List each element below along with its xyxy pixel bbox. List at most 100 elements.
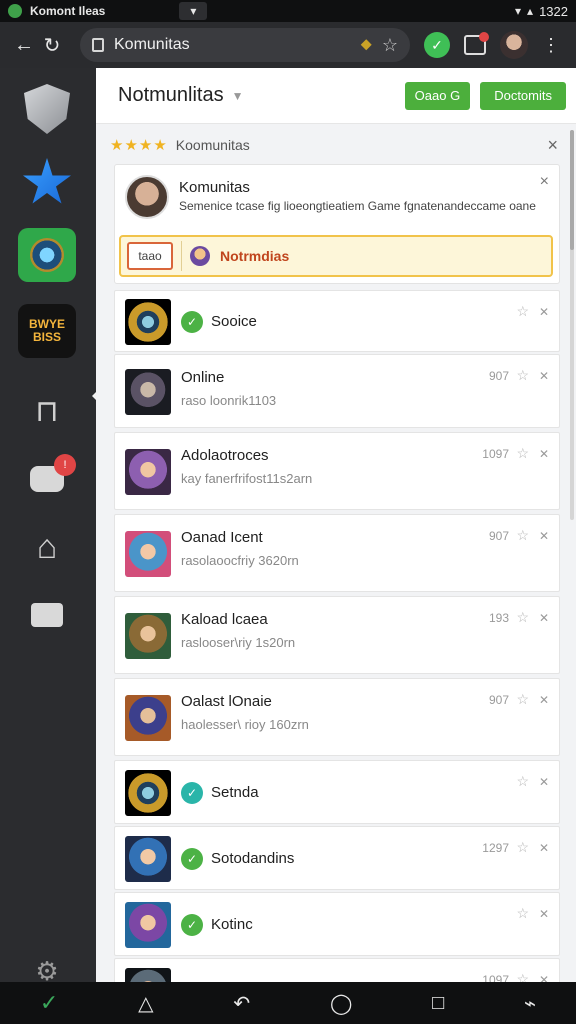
dismiss-icon[interactable]: ✕ (539, 369, 549, 383)
home-icon[interactable]: ⌂ (18, 520, 76, 574)
dismiss-icon[interactable]: ✕ (539, 611, 549, 625)
favorite-star-icon[interactable]: ☆ (516, 691, 529, 708)
row-title: Online (181, 369, 225, 386)
favorite-star-icon[interactable]: ☆ (516, 773, 529, 790)
favorite-star-icon[interactable]: ☆ (516, 609, 529, 626)
extension-icon[interactable]: ⬥ (361, 36, 372, 54)
wifi-icon: ▾ (515, 4, 522, 18)
app-root: Komont Ileas ▾ ▾ ▴ 1322 ← ↻ Komunitas ⬥ … (0, 0, 576, 1024)
address-bar[interactable]: Komunitas ⬥ ☆ (80, 28, 410, 62)
row-title: Oalast lOnaie (181, 693, 272, 710)
game-thumbnail (125, 449, 171, 495)
game-thumbnail (125, 902, 171, 948)
list-item[interactable]: Online raso loonrik1103 907 ☆ ✕ (114, 354, 560, 428)
community-avatar (125, 175, 169, 219)
dock-chat-app[interactable]: ! (18, 452, 76, 506)
row-subtitle: haolesser\ rioy 160zrn (181, 717, 309, 732)
tab-switch-icon[interactable]: ▾ (179, 2, 208, 20)
list-item[interactable]: Oanad Icent rasolaoocfriy 3620rn 907 ☆ ✕ (114, 514, 560, 592)
rating-notice: ★★★★ Koomunitas × (110, 130, 562, 160)
dismiss-icon[interactable]: ✕ (539, 973, 549, 982)
row-count: 907 (488, 693, 509, 707)
favorite-star-icon[interactable]: ☆ (516, 445, 529, 462)
game-thumbnail (125, 369, 171, 415)
scrollbar-thumb[interactable] (570, 130, 574, 250)
verified-icon: ✓ (181, 848, 203, 870)
row-count: 193 (488, 611, 509, 625)
shield-extension-icon[interactable]: ✓ (424, 32, 450, 58)
list-item[interactable]: ✓ Sooice ☆ ✕ (114, 290, 560, 352)
nav-recents-icon[interactable]: □ (432, 992, 444, 1015)
verified-icon: ✓ (181, 782, 203, 804)
dismiss-icon[interactable]: ✕ (539, 775, 549, 789)
list-item[interactable]: Oalast lOnaie haolesser\ rioy 160zrn 907 ☆ ✕ (114, 678, 560, 756)
join-button[interactable]: Oaao G (404, 81, 471, 110)
community-description: Semenice tcase fig lioeongtieatiem Game … (179, 199, 536, 213)
page-title[interactable]: Notmunlitas (118, 84, 224, 107)
dock-shield-app[interactable] (18, 82, 76, 136)
scrollbar[interactable] (570, 130, 574, 520)
nav-back-icon[interactable]: △ (138, 991, 153, 1016)
dock-star-app[interactable] (18, 156, 76, 210)
title-dropdown-icon[interactable]: ▼ (232, 89, 244, 103)
tabs-count-icon[interactable] (464, 32, 489, 55)
header-actions: Oaao G Doctomits (404, 81, 566, 110)
bookmark-star-icon[interactable]: ☆ (382, 35, 398, 56)
dismiss-icon[interactable]: ✕ (539, 693, 549, 707)
unlock-icon[interactable]: ⊓ (18, 384, 76, 438)
favorite-star-icon[interactable]: ☆ (516, 527, 529, 544)
dock-brand-app[interactable]: BWYE BISS (18, 304, 76, 358)
dismiss-icon[interactable]: ✕ (539, 305, 549, 319)
list-item[interactable]: Kaload lcaea raslooser\riy 1s20rn 193 ☆ ✕ (114, 596, 560, 674)
list-item[interactable]: ✓ Sotodandins 1297 ☆ ✕ (114, 826, 560, 890)
notice-text: Koomunitas (175, 137, 250, 153)
row-title: Sotodandins (211, 850, 295, 867)
favorite-star-icon[interactable]: ☆ (516, 905, 529, 922)
dock-mail-app[interactable] (18, 588, 76, 642)
list-item[interactable]: ✓ Kotinc ☆ ✕ (114, 892, 560, 956)
row-title: Adolaotroces (181, 447, 269, 464)
community-card: Komunitas Semenice tcase fig lioeongtiea… (114, 164, 560, 284)
verified-icon: ✓ (181, 914, 203, 936)
dismiss-icon[interactable]: ✕ (539, 447, 549, 461)
reload-icon[interactable]: ↻ (38, 31, 66, 59)
favorite-star-icon[interactable]: ☆ (516, 971, 529, 982)
game-thumbnail (125, 695, 171, 741)
community-close-icon[interactable]: × (540, 173, 549, 191)
notice-close-icon[interactable]: × (547, 135, 558, 156)
list-item[interactable]: ✓ Setnda ☆ ✕ (114, 760, 560, 824)
row-title: Setnda (211, 784, 259, 801)
list-item[interactable]: Adolaotroces kay fanerfrifost11s2arn 1097 ☆… (114, 432, 560, 510)
dismiss-icon[interactable]: ✕ (539, 907, 549, 921)
row-subtitle: raso loonrik1103 (181, 393, 277, 408)
status-app-title: Komont Ileas (30, 4, 106, 18)
page-header: Notmunlitas ▼ Oaao G Doctomits (96, 68, 576, 124)
chat-icon: ! (30, 454, 76, 492)
nav-assistant-icon[interactable]: ⌁ (524, 991, 536, 1016)
row-title: Oanad Icent (181, 529, 263, 546)
nav-home-icon[interactable]: ◯ (330, 991, 352, 1016)
community-highlight-bar[interactable]: taao Notrmdias (119, 235, 553, 277)
app-status-icon (8, 4, 22, 18)
dismiss-icon[interactable]: ✕ (539, 529, 549, 543)
nav-undo-icon[interactable]: ↶ (233, 991, 250, 1016)
dismiss-icon[interactable]: ✕ (539, 841, 549, 855)
star-icon (23, 158, 71, 204)
lock-icon (92, 38, 104, 52)
favorite-star-icon[interactable]: ☆ (516, 367, 529, 384)
signal-icon: ▴ (527, 4, 534, 18)
favorite-star-icon[interactable]: ☆ (516, 303, 529, 320)
back-icon[interactable]: ← (10, 31, 38, 59)
discover-button[interactable]: Doctomits (480, 81, 566, 110)
dock-game-app[interactable] (18, 228, 76, 282)
system-navbar: ✓ △ ↶ ◯ □ ⌁ (0, 982, 576, 1024)
settings-icon[interactable]: ⚙ (18, 956, 76, 982)
game-icon (30, 238, 64, 272)
game-thumbnail (125, 299, 171, 345)
list-item[interactable]: Pohdn1097☆✕ (114, 958, 560, 982)
menu-kebab-icon[interactable]: ⋮ (542, 35, 560, 56)
game-thumbnail (125, 770, 171, 816)
community-chip[interactable]: taao (127, 242, 173, 270)
favorite-star-icon[interactable]: ☆ (516, 839, 529, 856)
profile-avatar[interactable] (500, 31, 528, 59)
